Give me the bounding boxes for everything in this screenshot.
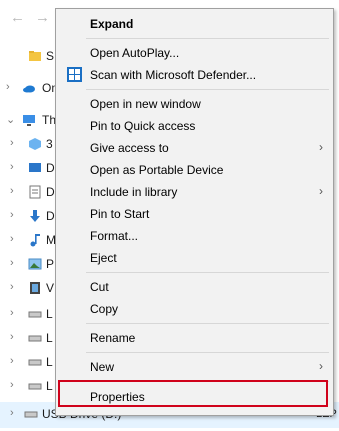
menu-item-open-new-window[interactable]: Open in new window <box>56 93 333 115</box>
menu-item-label: Rename <box>90 331 136 345</box>
tree-item-label: L <box>46 355 53 369</box>
chevron-right-icon[interactable]: › <box>10 257 14 269</box>
chevron-right-icon[interactable]: › <box>10 233 14 245</box>
chevron-right-icon: › <box>319 184 323 198</box>
menu-item-label: Pin to Start <box>90 207 150 221</box>
tree-item-label: L <box>46 307 53 321</box>
menu-item-label: Format... <box>90 229 139 243</box>
menu-item-label: Include in library <box>90 185 178 199</box>
menu-item-open-autoplay[interactable]: Open AutoPlay... <box>56 42 333 64</box>
menu-item-pin-quick-access[interactable]: Pin to Quick access <box>56 115 333 137</box>
tree-item-label: D <box>46 185 55 199</box>
3d-objects-icon <box>29 138 41 150</box>
chevron-right-icon[interactable]: › <box>10 331 14 343</box>
chevron-right-icon[interactable]: › <box>10 407 14 419</box>
tree-item-label: 3 <box>46 137 53 151</box>
menu-item-pin-start[interactable]: Pin to Start <box>56 203 333 225</box>
menu-item-format[interactable]: Format... <box>56 225 333 247</box>
tree-item-label: P <box>46 257 55 271</box>
menu-item-label: Open AutoPlay... <box>90 46 180 60</box>
menu-item-label: Scan with Microsoft Defender... <box>90 68 257 82</box>
context-menu: Expand Open AutoPlay... Scan with Micros… <box>55 8 334 416</box>
menu-item-label: Open as Portable Device <box>90 163 224 177</box>
desktop-icon <box>29 163 41 172</box>
drive-icon <box>28 383 42 390</box>
menu-separator <box>86 89 329 90</box>
menu-item-open-portable-device[interactable]: Open as Portable Device <box>56 159 333 181</box>
menu-separator <box>86 38 329 39</box>
music-icon <box>30 234 40 247</box>
forward-arrow-icon[interactable]: → <box>35 9 50 26</box>
chevron-down-icon[interactable]: ⌄ <box>6 113 15 126</box>
tree-item-label: D <box>46 161 55 175</box>
chevron-right-icon: › <box>319 359 323 373</box>
chevron-right-icon[interactable]: › <box>10 137 14 149</box>
chevron-right-icon[interactable]: › <box>6 81 10 93</box>
menu-item-label: New <box>90 360 115 374</box>
chevron-right-icon[interactable]: › <box>10 281 14 293</box>
chevron-right-icon[interactable]: › <box>10 185 14 197</box>
menu-item-label: Open in new window <box>90 97 201 111</box>
menu-item-label: Cut <box>90 280 109 294</box>
drive-icon <box>28 311 42 318</box>
drive-icon <box>28 335 42 342</box>
properties-highlight-box <box>58 380 328 407</box>
chevron-right-icon[interactable]: › <box>10 379 14 391</box>
menu-item-label: Copy <box>90 302 119 316</box>
tree-item-label: D <box>46 209 55 223</box>
defender-shield-icon <box>67 67 82 82</box>
tree-item-label: V <box>46 281 55 295</box>
menu-item-expand[interactable]: Expand <box>56 13 333 35</box>
chevron-right-icon[interactable]: › <box>10 161 14 173</box>
onedrive-icon <box>23 85 35 93</box>
back-arrow-icon[interactable]: ← <box>10 9 25 26</box>
menu-item-cut[interactable]: Cut <box>56 276 333 298</box>
chevron-right-icon[interactable]: › <box>10 209 14 221</box>
menu-item-label: Expand <box>90 17 134 31</box>
menu-item-scan-defender[interactable]: Scan with Microsoft Defender... <box>56 64 333 86</box>
menu-item-include-library[interactable]: Include in library › <box>56 181 333 203</box>
menu-item-copy[interactable]: Copy <box>56 298 333 320</box>
chevron-right-icon[interactable]: › <box>10 307 14 319</box>
menu-separator <box>86 352 329 353</box>
folder-icon <box>29 51 41 61</box>
chevron-right-icon: › <box>319 140 323 154</box>
menu-item-eject[interactable]: Eject <box>56 247 333 269</box>
usb-drive-icon <box>24 411 38 418</box>
chevron-right-icon[interactable]: › <box>10 355 14 367</box>
this-pc-icon <box>23 115 35 126</box>
menu-separator <box>86 323 329 324</box>
menu-separator <box>86 272 329 273</box>
documents-icon <box>29 185 41 199</box>
menu-item-label: Eject <box>90 251 117 265</box>
menu-item-label: Pin to Quick access <box>90 119 196 133</box>
pictures-icon <box>28 258 42 270</box>
drive-icon <box>28 359 42 366</box>
menu-item-label: Give access to <box>90 141 169 155</box>
menu-item-new[interactable]: New › <box>56 356 333 378</box>
tree-item-label: L <box>46 379 53 393</box>
downloads-icon <box>30 210 40 222</box>
menu-item-give-access[interactable]: Give access to › <box>56 137 333 159</box>
videos-icon <box>30 282 40 294</box>
menu-item-rename[interactable]: Rename <box>56 327 333 349</box>
tree-item-label: L <box>46 331 53 345</box>
tree-item-label: S <box>46 49 55 63</box>
